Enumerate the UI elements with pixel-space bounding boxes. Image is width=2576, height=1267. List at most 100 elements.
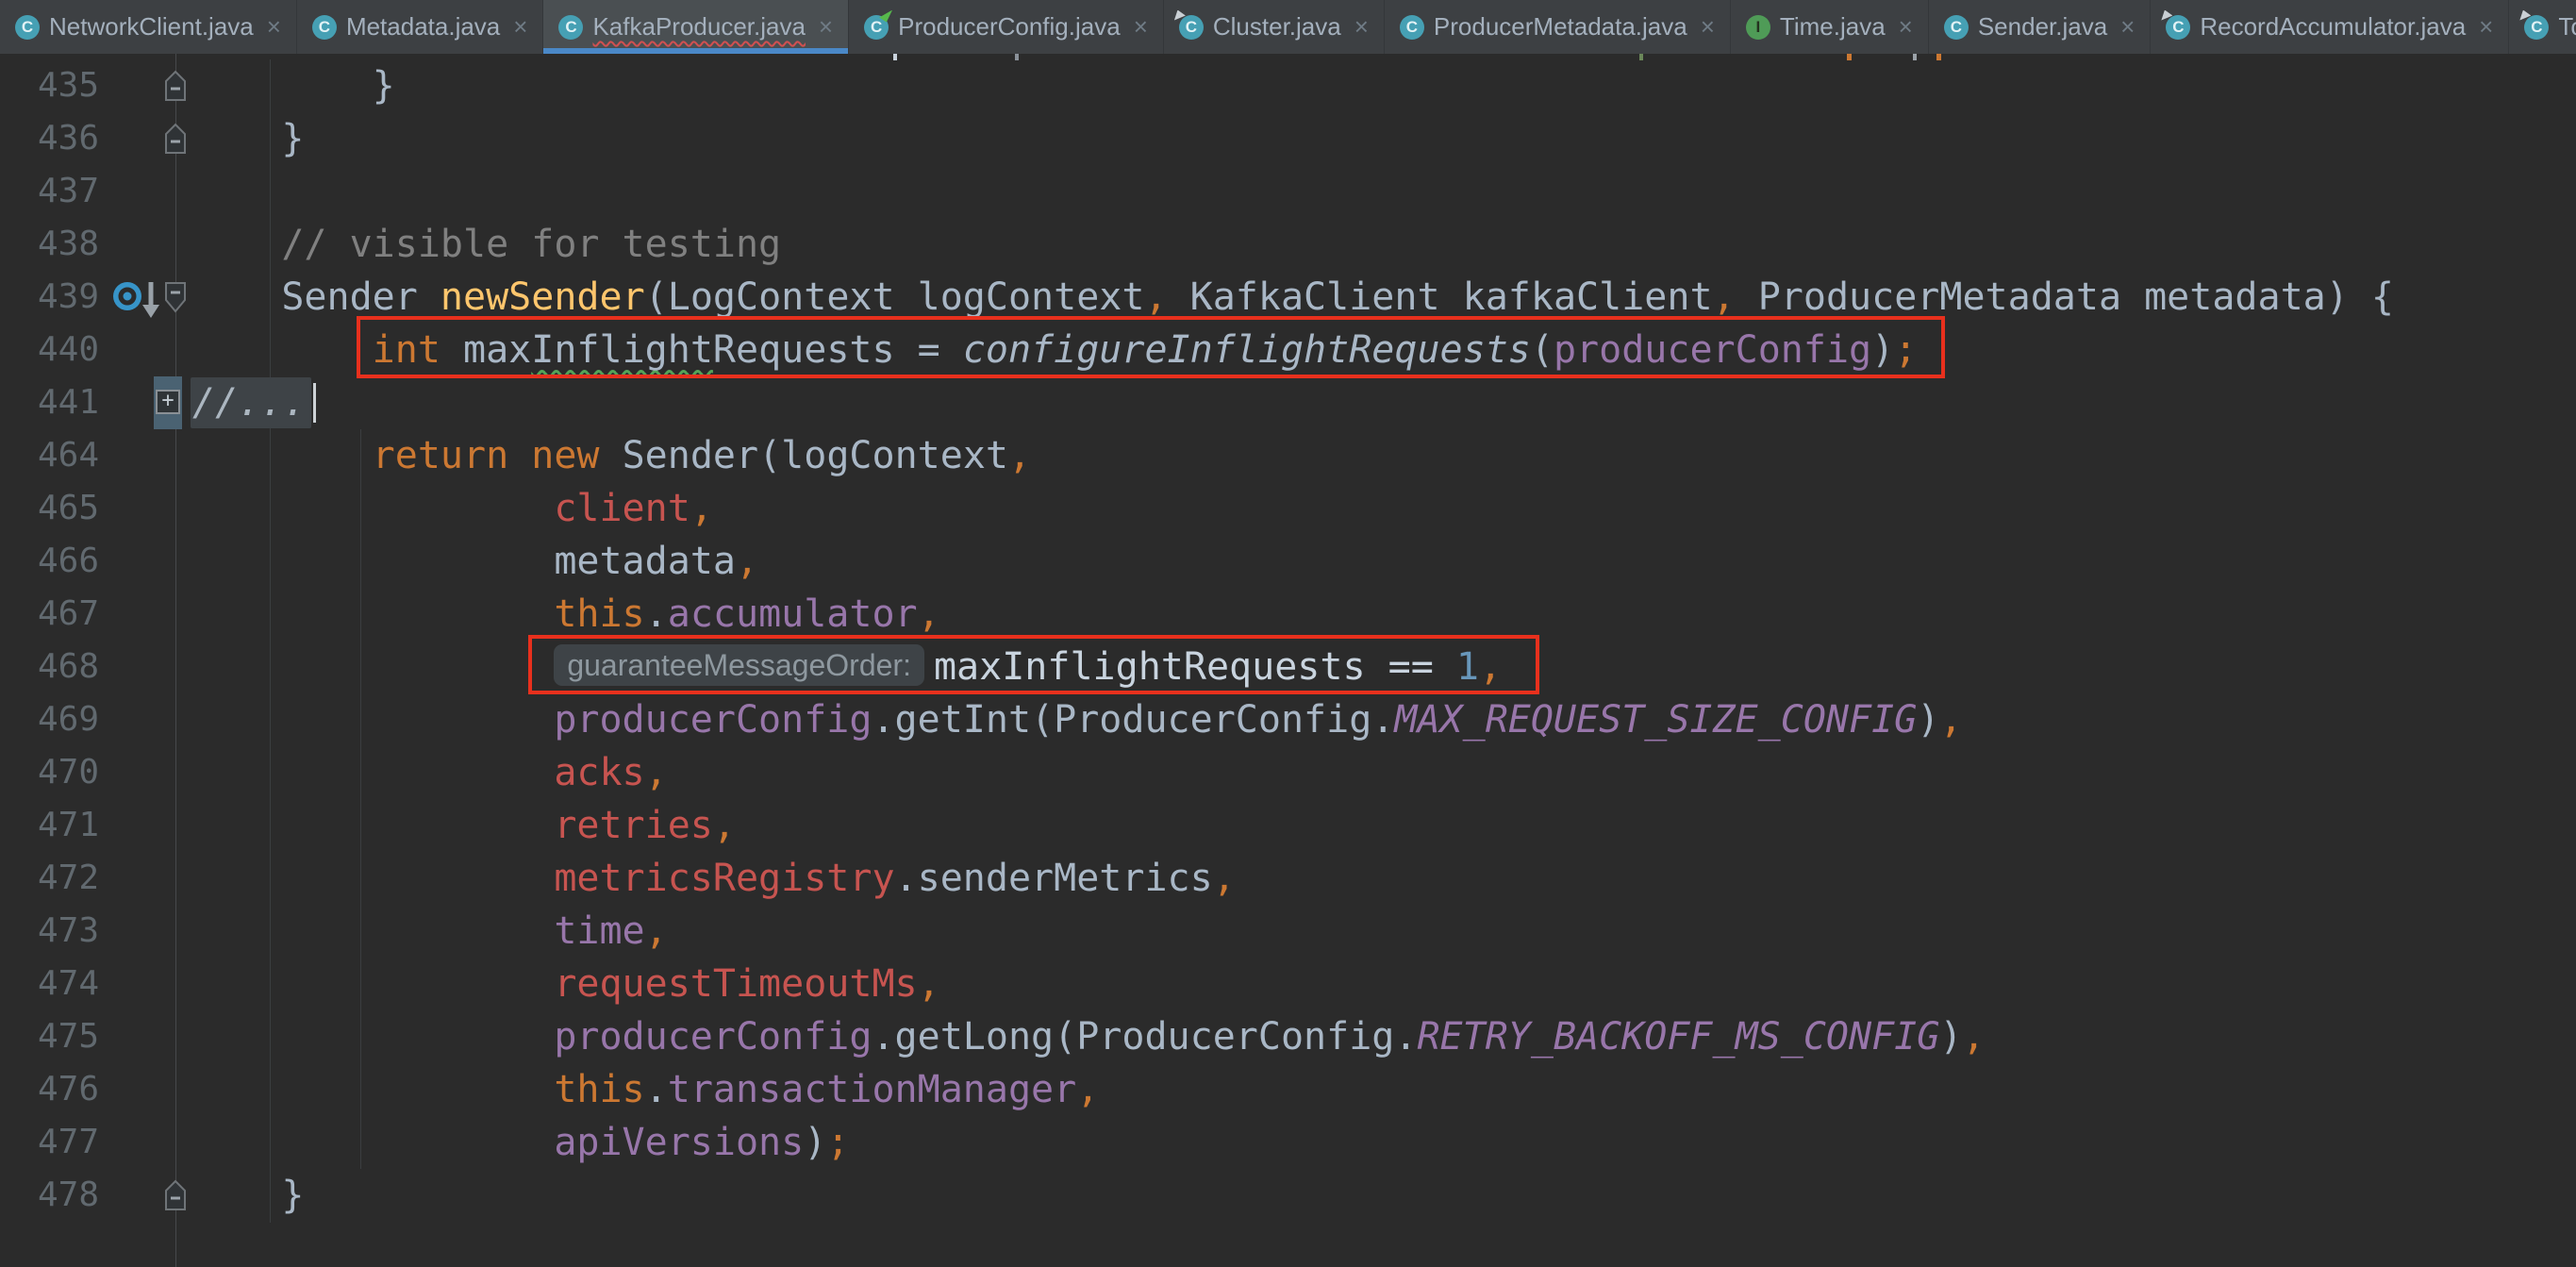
- code-token: accumulator: [668, 592, 918, 636]
- tab-kafkaproducer-java[interactable]: CKafkaProducer.java×: [543, 0, 849, 54]
- ide-window: CNetworkClient.java×CMetadata.java×CKafk…: [0, 0, 2576, 1267]
- tab-networkclient-java[interactable]: CNetworkClient.java×: [0, 0, 297, 54]
- code-text[interactable]: time,: [175, 905, 668, 958]
- gutter: 472: [0, 852, 175, 905]
- code-token: [191, 962, 554, 1006]
- code-line-474: 474 requestTimeoutMs,: [0, 958, 2576, 1010]
- line-number: 437: [0, 165, 99, 218]
- code-text[interactable]: this.transactionManager,: [175, 1063, 1099, 1116]
- gutter: 439: [0, 271, 175, 324]
- line-number: 478: [0, 1169, 99, 1222]
- code-text[interactable]: this.accumulator,: [175, 588, 940, 641]
- line-number: 472: [0, 852, 99, 905]
- tab-close-icon[interactable]: ×: [2479, 12, 2493, 42]
- tab-topicpartition-java[interactable]: CTopicPartition.java×: [2509, 0, 2576, 54]
- code-text[interactable]: apiVersions);: [175, 1116, 849, 1169]
- code-text[interactable]: client,: [175, 482, 713, 535]
- code-line-475: 475 producerConfig.getLong(ProducerConfi…: [0, 1010, 2576, 1063]
- code-token: time: [554, 909, 644, 953]
- code-token: [191, 434, 373, 477]
- code-line-470: 470 acks,: [0, 746, 2576, 799]
- gutter: 477: [0, 1116, 175, 1169]
- tab-label: Time.java: [1780, 12, 1886, 42]
- gutter: 441+: [0, 376, 175, 429]
- code-token: }: [191, 64, 395, 108]
- gutter: 466: [0, 535, 175, 588]
- tab-close-icon[interactable]: ×: [1701, 12, 1715, 42]
- code-text[interactable]: metadata,: [175, 535, 758, 588]
- line-number: 465: [0, 482, 99, 535]
- code-text[interactable]: metricsRegistry.senderMetrics,: [175, 852, 1236, 905]
- inlay-hint-badge[interactable]: guaranteeMessageOrder:: [554, 644, 924, 686]
- code-token: newSender: [440, 275, 645, 319]
- code-token: producerConfig: [554, 698, 872, 742]
- code-token: senderMetrics: [918, 857, 1213, 900]
- code-text[interactable]: producerConfig.getLong(ProducerConfig.RE…: [175, 1010, 1986, 1063]
- code-token: ,: [1076, 1068, 1099, 1111]
- tab-time-java[interactable]: ITime.java×: [1731, 0, 1929, 54]
- tab-close-icon[interactable]: ×: [1899, 12, 1913, 42]
- tab-metadata-java[interactable]: CMetadata.java×: [297, 0, 544, 54]
- tab-label: Metadata.java: [346, 12, 500, 42]
- tab-producerconfig-java[interactable]: CProducerConfig.java×: [849, 0, 1164, 54]
- code-text[interactable]: producerConfig.getInt(ProducerConfig.MAX…: [175, 693, 1962, 746]
- code-line-477: 477 apiVersions);: [0, 1116, 2576, 1169]
- code-token: ): [1871, 328, 1894, 372]
- code-token: configureInflightRequests: [963, 328, 1531, 372]
- code-token: (LogContext logContext: [645, 275, 1145, 319]
- tab-producermetadata-java[interactable]: CProducerMetadata.java×: [1385, 0, 1731, 54]
- code-text[interactable]: return new Sender(logContext,: [175, 429, 1031, 482]
- code-token: [508, 434, 531, 477]
- code-text[interactable]: retries,: [175, 799, 736, 852]
- class-file-icon: C: [15, 15, 40, 40]
- tab-close-icon[interactable]: ×: [1134, 12, 1148, 42]
- code-token: [191, 857, 554, 900]
- code-token: ,: [918, 962, 940, 1006]
- code-line-437: 437: [0, 165, 2576, 218]
- code-token: this: [554, 592, 644, 636]
- code-token: [191, 751, 554, 794]
- code-text[interactable]: }: [175, 112, 304, 165]
- code-text[interactable]: [175, 165, 191, 218]
- class-file-icon: C: [1944, 15, 1969, 40]
- code-text[interactable]: // visible for testing: [175, 218, 781, 271]
- code-token: [440, 328, 463, 372]
- code-text[interactable]: requestTimeoutMs,: [175, 958, 940, 1010]
- code-token: [191, 328, 373, 372]
- tab-close-icon[interactable]: ×: [267, 12, 281, 42]
- line-number: 467: [0, 588, 99, 641]
- code-token: .: [645, 592, 668, 636]
- tab-cluster-java[interactable]: CCluster.java×: [1164, 0, 1385, 54]
- tab-close-icon[interactable]: ×: [2120, 12, 2135, 42]
- code-token: [191, 540, 554, 583]
- code-token: ,: [1939, 698, 1962, 742]
- code-text[interactable]: guaranteeMessageOrder:maxInflightRequest…: [175, 641, 1502, 693]
- gutter: 475: [0, 1010, 175, 1063]
- line-number: 476: [0, 1063, 99, 1116]
- code-text[interactable]: }: [175, 1169, 304, 1222]
- code-editor[interactable]: 435 }436 }437438 // visible for testing4…: [0, 54, 2576, 1267]
- library-mark-icon: [2161, 10, 2172, 21]
- code-token: .: [895, 857, 918, 900]
- code-text[interactable]: int maxInflightRequests = configureInfli…: [175, 324, 1917, 376]
- tab-close-icon[interactable]: ×: [819, 12, 833, 42]
- code-line-465: 465 client,: [0, 482, 2576, 535]
- code-token: producerConfig: [554, 1015, 872, 1059]
- code-token: metadata: [554, 540, 736, 583]
- gutter: 435: [0, 59, 175, 112]
- code-token: transactionManager: [668, 1068, 1076, 1111]
- code-text[interactable]: acks,: [175, 746, 668, 799]
- tab-close-icon[interactable]: ×: [1354, 12, 1369, 42]
- line-number: 439: [0, 271, 99, 324]
- tab-close-icon[interactable]: ×: [513, 12, 527, 42]
- code-line-436: 436 }: [0, 112, 2576, 165]
- code-token: ,: [1479, 645, 1502, 689]
- code-token: max: [463, 328, 531, 372]
- tab-recordaccumulator-java[interactable]: CRecordAccumulator.java×: [2151, 0, 2509, 54]
- class-file-icon: C: [2166, 15, 2190, 40]
- code-text[interactable]: }: [175, 59, 395, 112]
- code-token: ;: [826, 1121, 849, 1164]
- tab-sender-java[interactable]: CSender.java×: [1929, 0, 2152, 54]
- code-text[interactable]: Sender newSender(LogContext logContext, …: [175, 271, 2394, 324]
- code-text[interactable]: //...: [175, 376, 316, 429]
